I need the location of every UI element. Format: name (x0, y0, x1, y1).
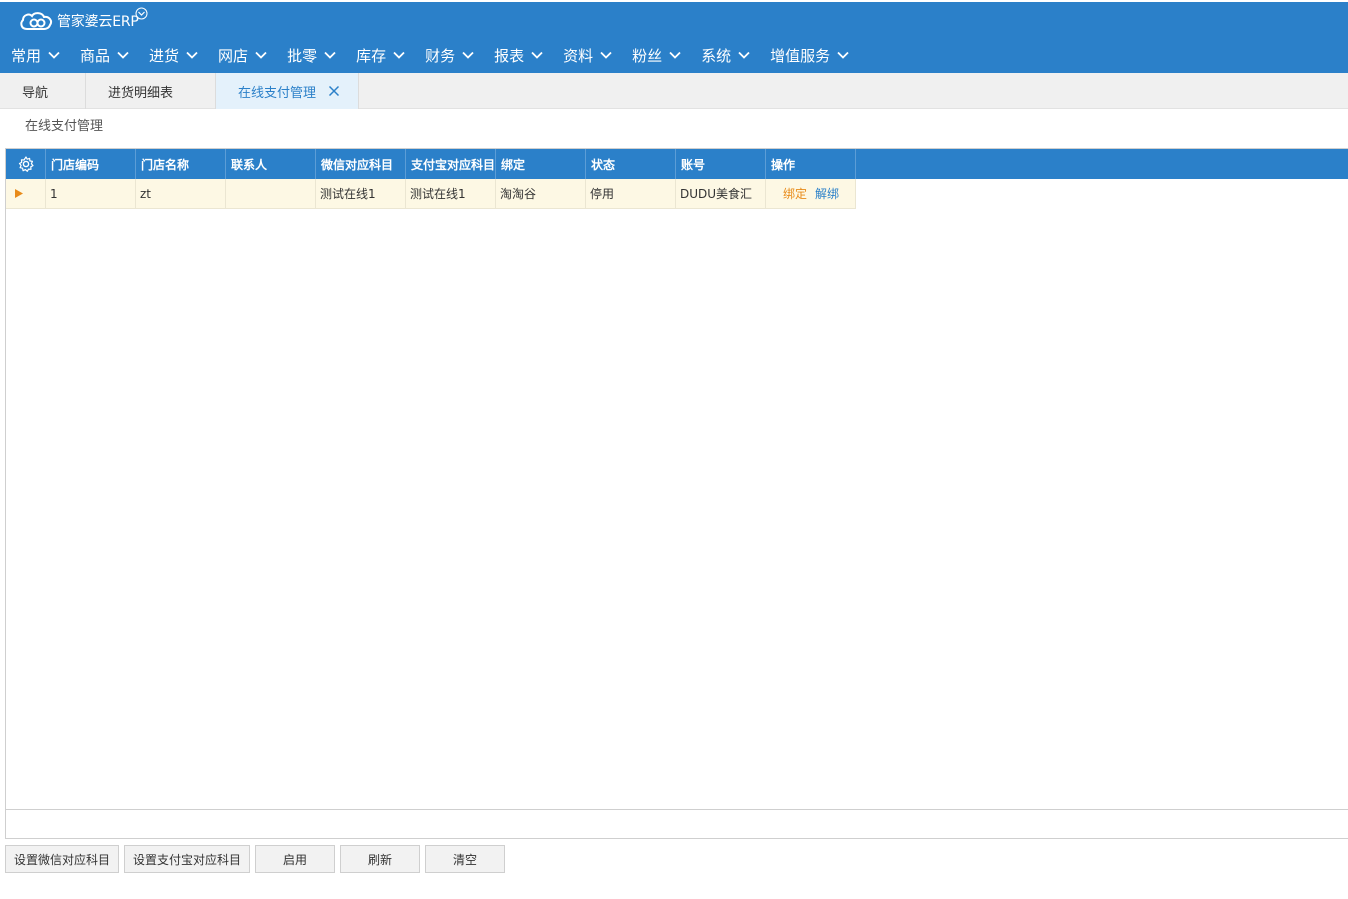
col-header-store-code[interactable]: 门店编码 (46, 149, 136, 179)
tab-online-payment[interactable]: 在线支付管理 (216, 73, 359, 109)
menu-item-8[interactable]: 资料 (552, 42, 621, 68)
chevron-down-icon (600, 51, 612, 59)
row-pointer-icon (15, 189, 23, 198)
chevron-down-icon (393, 51, 405, 59)
chevron-down-icon (186, 51, 198, 59)
chevron-down-icon (462, 51, 474, 59)
cell-alipay-subject[interactable]: 测试在线1 (406, 179, 496, 209)
col-header-actions: 操作 (766, 149, 856, 179)
column-settings-button[interactable] (6, 149, 46, 179)
cloud-logo-icon (20, 12, 53, 30)
menu-item-5[interactable]: 库存 (345, 42, 414, 68)
menu-item-label: 批零 (287, 46, 318, 65)
menu-item-label: 财务 (425, 46, 456, 65)
clear-button[interactable]: 清空 (425, 845, 505, 873)
close-icon[interactable] (328, 85, 340, 97)
cell-wechat-subject[interactable]: 测试在线1 (316, 179, 406, 209)
cell-account[interactable]: DUDU美食汇 (676, 179, 766, 209)
chevron-down-icon (255, 51, 267, 59)
menu-item-label: 资料 (563, 46, 594, 65)
col-header-status[interactable]: 状态 (586, 149, 676, 179)
col-header-wechat-subject[interactable]: 微信对应科目 (316, 149, 406, 179)
set-alipay-subject-button[interactable]: 设置支付宝对应科目 (124, 845, 250, 873)
chevron-down-icon (48, 51, 60, 59)
col-header-contact[interactable]: 联系人 (226, 149, 316, 179)
menu-item-0[interactable]: 常用 (0, 42, 69, 68)
menu-item-label: 增值服务 (770, 46, 831, 65)
row-indicator (6, 179, 46, 209)
cell-actions: 绑定 解绑 (766, 179, 856, 209)
main-menu: 常用 商品 进货 网店 批零 库存 财务 报表 资料 粉丝 系统 增值服务 (0, 42, 858, 68)
tab-label: 在线支付管理 (238, 85, 317, 101)
menu-item-3[interactable]: 网店 (207, 42, 276, 68)
menu-item-label: 常用 (11, 46, 42, 65)
menu-item-9[interactable]: 粉丝 (621, 42, 690, 68)
menu-item-7[interactable]: 报表 (483, 42, 552, 68)
menu-item-label: 商品 (80, 46, 111, 65)
gear-icon (18, 156, 34, 172)
menu-item-1[interactable]: 商品 (69, 42, 138, 68)
grid-header: 门店编码 门店名称 联系人 微信对应科目 支付宝对应科目 绑定 状态 账号 操作 (6, 149, 1348, 179)
menu-item-label: 进货 (149, 46, 180, 65)
tab-navigation[interactable]: 导航 (0, 73, 86, 109)
menu-item-label: 报表 (494, 46, 525, 65)
grid-footer (6, 809, 1348, 839)
menu-item-10[interactable]: 系统 (690, 42, 759, 68)
cell-contact[interactable] (226, 179, 316, 209)
menu-item-6[interactable]: 财务 (414, 42, 483, 68)
col-header-account[interactable]: 账号 (676, 149, 766, 179)
menu-item-label: 库存 (356, 46, 387, 65)
cell-status[interactable]: 停用 (586, 179, 676, 209)
page-title: 在线支付管理 (25, 119, 104, 134)
chevron-down-circle-icon[interactable] (135, 7, 148, 20)
bind-link[interactable]: 绑定 (783, 185, 807, 202)
set-wechat-subject-button[interactable]: 设置微信对应科目 (5, 845, 119, 873)
tab-purchase-detail[interactable]: 进货明细表 (86, 73, 216, 109)
cell-binding[interactable]: 淘淘谷 (496, 179, 586, 209)
app-logo[interactable]: 管家婆云ERP (18, 7, 148, 34)
chevron-down-icon (738, 51, 750, 59)
menu-item-2[interactable]: 进货 (138, 42, 207, 68)
data-grid: 门店编码 门店名称 联系人 微信对应科目 支付宝对应科目 绑定 状态 账号 操作… (5, 148, 1348, 839)
tab-bar: 导航 进货明细表 在线支付管理 (0, 73, 1348, 109)
cell-store-name[interactable]: zt (136, 179, 226, 209)
app-title: 管家婆云ERP (57, 14, 139, 30)
menu-item-label: 网店 (218, 46, 249, 65)
col-header-binding[interactable]: 绑定 (496, 149, 586, 179)
menu-item-label: 粉丝 (632, 46, 663, 65)
refresh-button[interactable]: 刷新 (340, 845, 420, 873)
menu-item-label: 系统 (701, 46, 732, 65)
chevron-down-icon (324, 51, 336, 59)
chevron-down-icon (837, 51, 849, 59)
tab-label: 进货明细表 (108, 85, 174, 101)
chevron-down-icon (117, 51, 129, 59)
top-header: 管家婆云ERP 常用 商品 进货 网店 批零 库存 财务 报表 资料 粉丝 系统 增值服务 (0, 2, 1348, 73)
menu-item-11[interactable]: 增值服务 (759, 42, 858, 68)
cell-store-code[interactable]: 1 (46, 179, 136, 209)
unbind-link[interactable]: 解绑 (815, 185, 839, 202)
enable-button[interactable]: 启用 (255, 845, 335, 873)
chevron-down-icon (531, 51, 543, 59)
tab-label: 导航 (22, 85, 49, 101)
chevron-down-icon (669, 51, 681, 59)
col-header-alipay-subject[interactable]: 支付宝对应科目 (406, 149, 496, 179)
col-header-store-name[interactable]: 门店名称 (136, 149, 226, 179)
menu-item-4[interactable]: 批零 (276, 42, 345, 68)
